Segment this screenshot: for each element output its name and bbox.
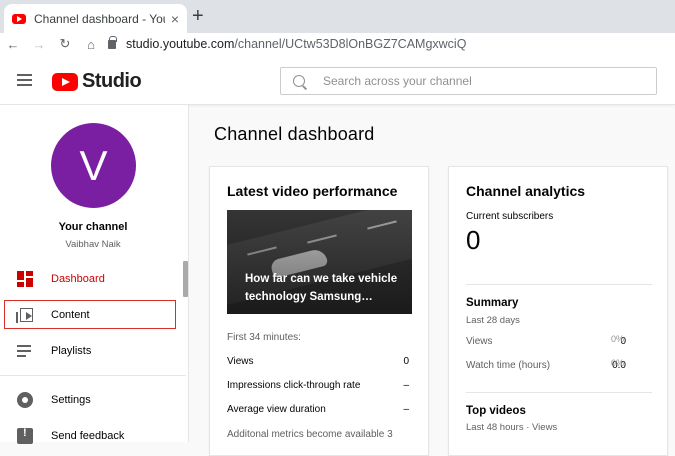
search-box[interactable]	[280, 67, 657, 95]
lock-icon	[108, 35, 117, 49]
metric-label: Average view duration	[227, 404, 326, 415]
studio-header: Studio	[0, 55, 675, 105]
youtube-favicon-icon	[12, 13, 26, 24]
url-host: studio.youtube.com	[126, 37, 235, 51]
sidebar-nav: Dashboard Content Playlists Settings Sen…	[0, 261, 186, 454]
sidebar-item-content[interactable]: Content	[0, 297, 186, 333]
url-path: /channel/UCtw53D8lOnBGZ7CAMgxwciQ	[234, 37, 467, 51]
close-tab-icon[interactable]: ×	[171, 11, 179, 27]
analytics-percent: 0%	[611, 358, 625, 368]
dashboard-icon	[17, 271, 33, 287]
summary-subtitle: Last 28 days	[466, 315, 520, 326]
first-minutes-label: First 34 minutes:	[227, 332, 301, 343]
back-arrow-icon[interactable]: ←	[0, 37, 26, 52]
sidebar-item-label: Content	[51, 309, 90, 321]
metrics-note: Additonal metrics become available 3	[227, 429, 393, 440]
card-title: Latest video performance	[227, 183, 398, 199]
sidebar-item-label: Playlists	[51, 345, 92, 357]
sidebar-item-dashboard[interactable]: Dashboard	[0, 261, 186, 297]
playlists-icon	[17, 343, 33, 359]
logo-text: Studio	[82, 70, 142, 92]
studio-logo[interactable]: Studio	[52, 70, 142, 93]
analytics-label: Views	[466, 336, 493, 347]
sidebar-item-feedback[interactable]: Send feedback	[0, 418, 186, 454]
your-channel-label: Your channel	[58, 221, 128, 233]
metric-row: Average view duration –	[227, 404, 409, 415]
avatar[interactable]: V	[51, 123, 136, 208]
search-icon	[293, 75, 305, 87]
top-videos-title: Top videos	[466, 405, 526, 417]
metric-value: 0	[403, 356, 409, 367]
analytics-row: Views 0	[466, 336, 626, 347]
metric-label: Views	[227, 356, 254, 367]
video-title[interactable]: How far can we take vehicle technology S…	[245, 270, 405, 306]
metric-value: –	[403, 380, 409, 391]
top-videos-subtitle: Last 48 hours · Views	[466, 422, 558, 433]
latest-video-card: Latest video performance How far can we …	[209, 166, 429, 456]
sidebar-item-label: Settings	[51, 394, 91, 406]
divider	[466, 392, 652, 393]
menu-icon[interactable]	[17, 74, 32, 86]
new-tab-button[interactable]: +	[192, 5, 204, 27]
metric-row: Views 0	[227, 356, 409, 367]
analytics-label: Watch time (hours)	[466, 360, 551, 371]
sidebar-divider	[0, 375, 186, 376]
analytics-percent: 0%	[611, 334, 625, 344]
settings-icon	[17, 392, 33, 408]
metric-row: Impressions click-through rate –	[227, 380, 409, 391]
browser-toolbar: ← → ↻ ⌂ studio.youtube.com/channel/UCtw5…	[0, 33, 675, 55]
metric-value: –	[403, 404, 409, 415]
subscribers-value: 0	[466, 225, 481, 255]
address-bar[interactable]: studio.youtube.com/channel/UCtw53D8lOnBG…	[108, 33, 466, 55]
sidebar-item-label: Dashboard	[51, 273, 105, 285]
youtube-logo-icon	[52, 72, 78, 91]
page-title: Channel dashboard	[214, 124, 375, 144]
channel-name: Vaibhav Naik	[65, 239, 121, 250]
content-icon	[16, 308, 33, 323]
tab-title: Channel dashboard - YouTube Studio	[34, 11, 165, 26]
subscribers-label: Current subscribers	[466, 211, 554, 222]
sidebar: V Your channel Vaibhav Naik Dashboard Co…	[0, 105, 189, 444]
reload-icon[interactable]: ↻	[52, 36, 78, 52]
browser-tab[interactable]: Channel dashboard - YouTube Studio ×	[4, 4, 187, 33]
card-title: Channel analytics	[466, 183, 586, 199]
home-icon[interactable]: ⌂	[78, 37, 104, 52]
channel-analytics-card: Channel analytics Current subscribers 0 …	[448, 166, 668, 456]
metric-label: Impressions click-through rate	[227, 380, 361, 391]
forward-arrow-icon[interactable]: →	[26, 37, 52, 52]
divider	[466, 284, 652, 285]
sidebar-item-settings[interactable]: Settings	[0, 382, 186, 418]
sidebar-item-label: Send feedback	[51, 430, 125, 442]
video-thumbnail[interactable]: How far can we take vehicle technology S…	[227, 210, 412, 314]
search-input[interactable]	[323, 74, 623, 88]
summary-title: Summary	[466, 297, 519, 309]
browser-tabstrip: Channel dashboard - YouTube Studio × +	[0, 0, 675, 33]
analytics-row: Watch time (hours) 0.0	[466, 360, 626, 371]
sidebar-item-playlists[interactable]: Playlists	[0, 333, 186, 369]
